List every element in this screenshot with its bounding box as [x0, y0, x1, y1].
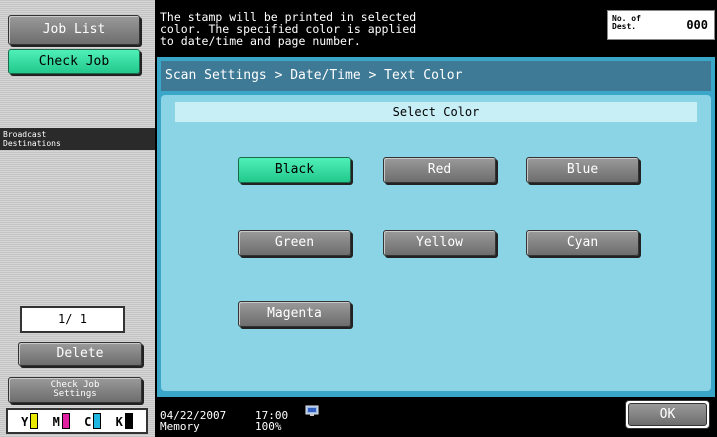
toner-yellow: Y: [21, 413, 39, 429]
toner-cyan-letter: C: [84, 415, 92, 429]
color-cyan-button[interactable]: Cyan: [526, 230, 639, 256]
delete-button[interactable]: Delete: [18, 342, 142, 366]
network-icon: [305, 405, 319, 416]
select-color-heading: Select Color: [175, 102, 697, 122]
toner-cyan: C: [84, 413, 102, 429]
color-blue-button[interactable]: Blue: [526, 157, 639, 183]
check-job-settings-line2: Settings: [53, 389, 97, 399]
destination-count-label: No. of Dest.: [612, 15, 641, 31]
main-panel: Scan Settings > Date/Time > Text Color S…: [157, 57, 715, 397]
check-job-settings-button[interactable]: Check Job Settings: [8, 377, 142, 403]
destination-count-value: 000: [686, 18, 708, 32]
check-job-button[interactable]: Check Job: [8, 49, 140, 74]
status-memory-label: Memory: [160, 420, 200, 433]
broadcast-label-line1: Broadcast: [3, 130, 47, 139]
status-memory-value: 100%: [255, 420, 282, 433]
color-green-button[interactable]: Green: [238, 230, 351, 256]
color-yellow-button[interactable]: Yellow: [383, 230, 496, 256]
color-select-area: Select Color Black Red Blue Green Yellow…: [161, 95, 711, 391]
toner-black: K: [116, 413, 133, 429]
toner-black-bar: [124, 413, 133, 429]
job-list-button[interactable]: Job List: [8, 15, 140, 45]
toner-magenta-bar: [61, 413, 70, 429]
breadcrumb: Scan Settings > Date/Time > Text Color: [161, 61, 711, 91]
toner-yellow-bar: [30, 413, 39, 429]
color-magenta-button[interactable]: Magenta: [238, 301, 351, 327]
instruction-message: The stamp will be printed in selected co…: [160, 11, 460, 47]
broadcast-destinations-label: Broadcast Destinations: [0, 128, 155, 150]
toner-black-letter: K: [115, 415, 123, 429]
job-counter: 1/ 1: [20, 306, 125, 333]
toner-magenta-letter: M: [52, 415, 60, 429]
toner-yellow-letter: Y: [21, 415, 29, 429]
toner-levels: Y M C K: [6, 408, 148, 434]
color-red-button[interactable]: Red: [383, 157, 496, 183]
message-line3: to date/time and page number.: [160, 34, 361, 48]
ok-button-frame: OK: [625, 400, 710, 429]
toner-magenta: M: [53, 413, 70, 429]
destination-count-box: No. of Dest. 000: [607, 10, 715, 40]
color-black-button[interactable]: Black: [238, 157, 351, 183]
ok-button[interactable]: OK: [628, 403, 707, 426]
dest-label-line2: Dest.: [612, 22, 637, 31]
broadcast-label-line2: Destinations: [3, 139, 61, 148]
left-panel: Job List Check Job Broadcast Destination…: [0, 0, 155, 437]
toner-cyan-bar: [93, 413, 102, 429]
